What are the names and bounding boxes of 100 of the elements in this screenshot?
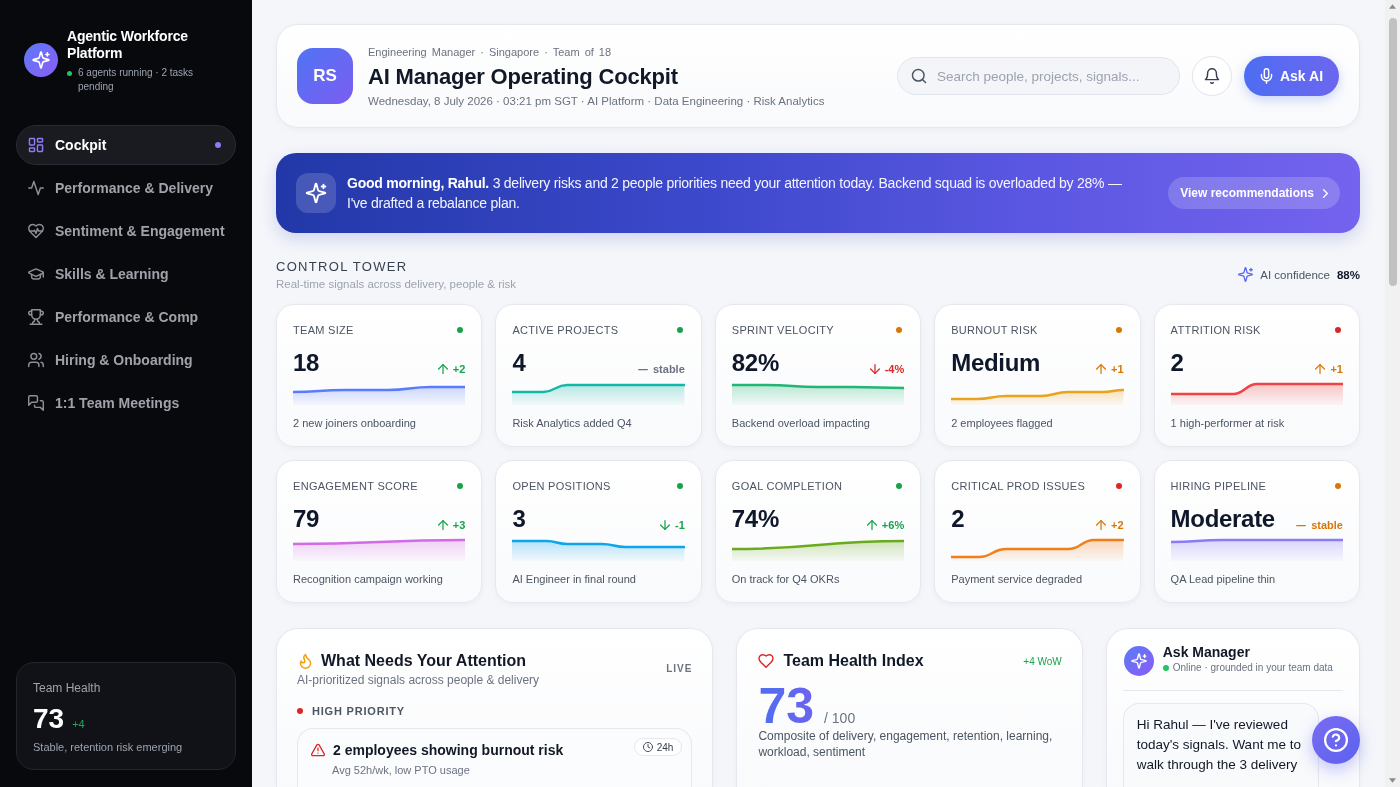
recommendations-button[interactable]: View recommendations (1168, 177, 1340, 209)
kpi-value: 18 (293, 349, 320, 377)
notifications-button[interactable] (1192, 56, 1232, 96)
kpi-note: Payment service degraded (951, 572, 1084, 586)
pulse-line-icon (28, 180, 44, 196)
caret-down-icon (1389, 778, 1396, 783)
kpi-value: 2 (951, 505, 965, 533)
sparkle-avatar-icon (1123, 646, 1154, 676)
kpi-value: Moderate (1170, 505, 1275, 533)
section-subtitle: Real-time signals across delivery, people & risk (276, 277, 517, 291)
kpi-value: Medium (951, 349, 1041, 377)
search-field[interactable]: Search people, projects, signals... (897, 57, 1180, 95)
card-subtitle: AI-prioritized signals across people & delivery (297, 672, 541, 688)
banner-message: Good morning, Rahul. 3 delivery risks and 2 people priorities need your attention today. Backend squad is overloaded by 28% — I've drafted a rebalance plan. (347, 174, 1123, 213)
brand-name: Agentic Workforce Platform (67, 28, 189, 62)
avatar: RS (297, 48, 353, 104)
card-title: What Needs Your Attention (321, 651, 527, 671)
header-subtitle: Wednesday, 8 July 2026 · 03:21 pm SGT · AI Platform · Data Engineering · Risk Analytics (368, 95, 825, 107)
trend-value: +1 (1111, 362, 1124, 376)
caret-up-icon (1389, 4, 1396, 9)
kpi-note: On track for Q4 OKRs (731, 572, 841, 586)
trend-value: stable (653, 362, 685, 376)
priority-label: HIGH PRIORITY (312, 705, 405, 717)
nav-item[interactable]: Hiring & Onboarding (16, 340, 236, 380)
scrollbar-thumb[interactable] (1388, 18, 1397, 286)
status-dot-icon (67, 71, 72, 76)
trend-value: +3 (452, 518, 466, 532)
kpi-note: Backend overload impacting (731, 416, 871, 430)
kpi-note: Recognition campaign working (293, 572, 444, 586)
kpi-label: HIRING PIPELINE (1170, 480, 1267, 492)
chevron-right-icon (1323, 188, 1328, 198)
kpi-label: OPEN POSITIONS (512, 480, 611, 492)
kpi-note: AI Engineer in final round (512, 572, 637, 586)
kpi-note: QA Lead pipeline thin (1170, 572, 1277, 586)
trend-value: +1 (1330, 362, 1343, 376)
trophy-icon (28, 309, 44, 325)
health-note: Stable, retention risk emerging (33, 740, 184, 754)
kpi-value: 79 (293, 505, 320, 533)
trend-value: stable (1311, 518, 1343, 532)
chat-bubbles-icon (28, 395, 44, 411)
nav-item[interactable]: Skills & Learning (16, 254, 236, 294)
kpi-note: 1 high-performer at risk (1170, 416, 1286, 430)
alert-detail: Avg 52h/wk, low PTO usage (332, 763, 471, 777)
nav-item[interactable]: Cockpit (16, 125, 236, 165)
card-title: Team Health Index (783, 651, 924, 671)
nav-item[interactable]: Performance & Comp (16, 297, 236, 337)
confidence-label: AI confidence (1260, 268, 1330, 281)
dashboard-icon (28, 137, 44, 153)
kpi-value: 4 (512, 349, 526, 377)
help-icon (1324, 728, 1348, 752)
clock-icon (642, 742, 653, 752)
card-title: Team Health (33, 680, 102, 696)
assistant-name: Ask Manager (1162, 643, 1251, 661)
scrollbar[interactable] (1385, 0, 1400, 787)
trend-value: +2 (452, 362, 466, 376)
confidence-value: 88% (1336, 268, 1360, 281)
heart-pulse-icon (28, 223, 44, 239)
index-description: Composite of delivery, engagement, retention, learning, workload, sentiment (758, 728, 1054, 760)
kpi-value: 3 (512, 505, 526, 533)
assistant-status: Online · grounded in your team data (1172, 661, 1333, 675)
nav-item[interactable]: 1:1 Team Meetings (16, 383, 236, 423)
sparkle-icon (1238, 267, 1254, 282)
mortarboard-icon (28, 266, 44, 282)
nav-item[interactable]: Sentiment & Engagement (16, 211, 236, 251)
kpi-label: SPRINT VELOCITY (731, 324, 834, 336)
trend-value: +6% (881, 518, 905, 532)
warning-icon (311, 743, 325, 757)
nav-item[interactable]: Performance & Delivery (16, 168, 236, 208)
score-change: +4 (72, 718, 85, 730)
sparkle-icon (296, 173, 336, 213)
section-title: CONTROL TOWER (276, 259, 409, 275)
alert-title: 2 employees showing burnout risk (333, 741, 564, 759)
kpi-note: 2 employees flagged (951, 416, 1054, 430)
kpi-label: BURNOUT RISK (951, 324, 1038, 336)
microphone-icon (1259, 68, 1273, 84)
ask-ai-button[interactable]: Ask AI (1244, 56, 1339, 96)
header-meta: Engineering Manager · Singapore · Team of 18 (368, 45, 613, 59)
trend-value: -1 (675, 518, 685, 532)
kpi-label: ACTIVE PROJECTS (512, 324, 619, 336)
time-label: 24h (656, 741, 674, 753)
kpi-label: GOAL COMPLETION (731, 480, 843, 492)
flame-icon (299, 653, 312, 669)
alert-item[interactable]: 2 employees showing burnout risk 24h Avg 52h/wk, low PTO usage (297, 728, 693, 787)
bell-icon (1204, 68, 1220, 84)
chat-message: Hi Rahul — I've reviewed today's signals. Want me to walk through the 3 delivery (1122, 703, 1319, 787)
kpi-note: Risk Analytics added Q4 (512, 416, 633, 430)
kpi-value: 82% (731, 349, 779, 377)
kpi-value: 2 (1170, 349, 1184, 377)
trend-value: +2 (1111, 518, 1124, 532)
kpi-value: 74% (731, 505, 779, 533)
live-label: LIVE (666, 662, 693, 674)
agent-status: 6 agents running · 2 tasks pending (78, 66, 195, 94)
search-icon (911, 68, 927, 84)
sparkle-logo-icon (24, 43, 58, 77)
page-title: AI Manager Operating Cockpit (368, 63, 679, 91)
dot-icon (215, 142, 221, 148)
trend-value: -4% (884, 362, 905, 376)
index-scale: / 100 (824, 710, 856, 726)
people-icon (28, 352, 44, 368)
kpi-label: ENGAGEMENT SCORE (293, 480, 418, 492)
